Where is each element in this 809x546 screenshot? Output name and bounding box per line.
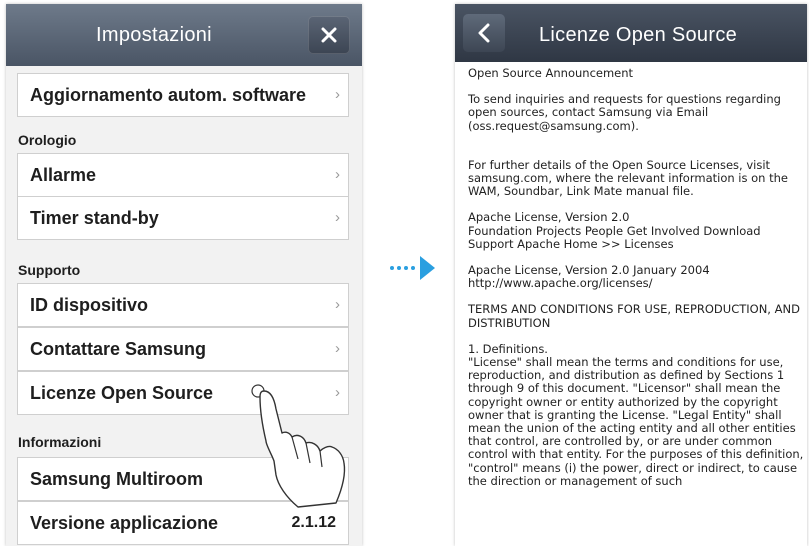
license-paragraph: 1. Definitions. "License" shall mean the… (468, 341, 804, 488)
chevron-left-icon (478, 23, 490, 43)
license-paragraph: To send inquiries and requests for quest… (468, 92, 781, 133)
back-button[interactable] (463, 14, 505, 52)
standby-timer-item[interactable]: Timer stand-by › (17, 196, 349, 240)
tap-hand-icon (251, 384, 346, 508)
chevron-right-icon: › (335, 296, 340, 313)
auto-update-label: Aggiornamento autom. software (30, 85, 307, 105)
auto-update-item[interactable]: Aggiornamento autom. software › (17, 73, 349, 117)
device-id-label: ID dispositivo (30, 295, 149, 315)
close-icon (321, 27, 337, 43)
license-paragraph: Apache License, Version 2.0 January 2004… (468, 263, 710, 291)
device-id-item[interactable]: ID dispositivo › (17, 283, 349, 327)
license-paragraph: Apache License, Version 2.0 Foundation P… (468, 210, 761, 251)
contact-samsung-item[interactable]: Contattare Samsung › (17, 327, 349, 371)
alarm-label: Allarme (30, 165, 97, 185)
contact-samsung-label: Contattare Samsung (30, 339, 207, 359)
samsung-multiroom-label: Samsung Multiroom (30, 469, 204, 489)
settings-title: Impostazioni (96, 24, 212, 46)
licenses-header: Licenze Open Source (455, 4, 807, 62)
alarm-item[interactable]: Allarme › (17, 153, 349, 197)
section-info: Informazioni (18, 434, 102, 450)
chevron-right-icon: › (335, 209, 340, 226)
close-button[interactable] (308, 16, 350, 54)
license-paragraph: For further details of the Open Source L… (468, 157, 788, 199)
licenses-screen: Licenze Open Source Open Source Announce… (455, 4, 807, 546)
chevron-right-icon: › (335, 86, 340, 103)
standby-timer-label: Timer stand-by (30, 208, 159, 228)
section-clock: Orologio (18, 132, 77, 148)
settings-screen: Impostazioni Aggiornamento autom. softwa… (6, 4, 362, 546)
arrow-right-icon (390, 256, 435, 280)
chevron-right-icon: › (335, 166, 340, 183)
licenses-title: Licenze Open Source (539, 24, 738, 46)
license-text: Open Source Announcement To send inquiri… (468, 66, 804, 501)
section-support: Supporto (18, 262, 81, 278)
chevron-right-icon: › (335, 340, 340, 357)
settings-header: Impostazioni (6, 4, 362, 66)
license-paragraph: Open Source Announcement (468, 66, 634, 80)
open-source-licenses-label: Licenze Open Source (30, 383, 214, 403)
license-paragraph: TERMS AND CONDITIONS FOR USE, REPRODUCTI… (468, 302, 800, 330)
app-version-label: Versione applicazione (30, 513, 219, 533)
